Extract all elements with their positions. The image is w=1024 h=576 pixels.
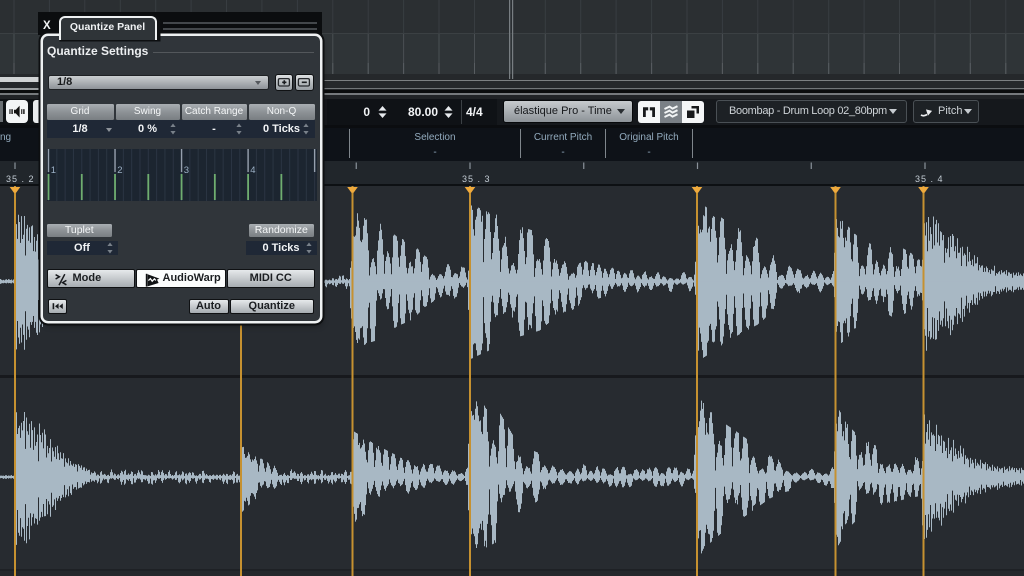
svg-text:3: 3 xyxy=(183,165,188,176)
svg-text:4: 4 xyxy=(250,165,255,176)
svg-text:2: 2 xyxy=(117,165,122,176)
svg-text:1: 1 xyxy=(50,165,55,176)
